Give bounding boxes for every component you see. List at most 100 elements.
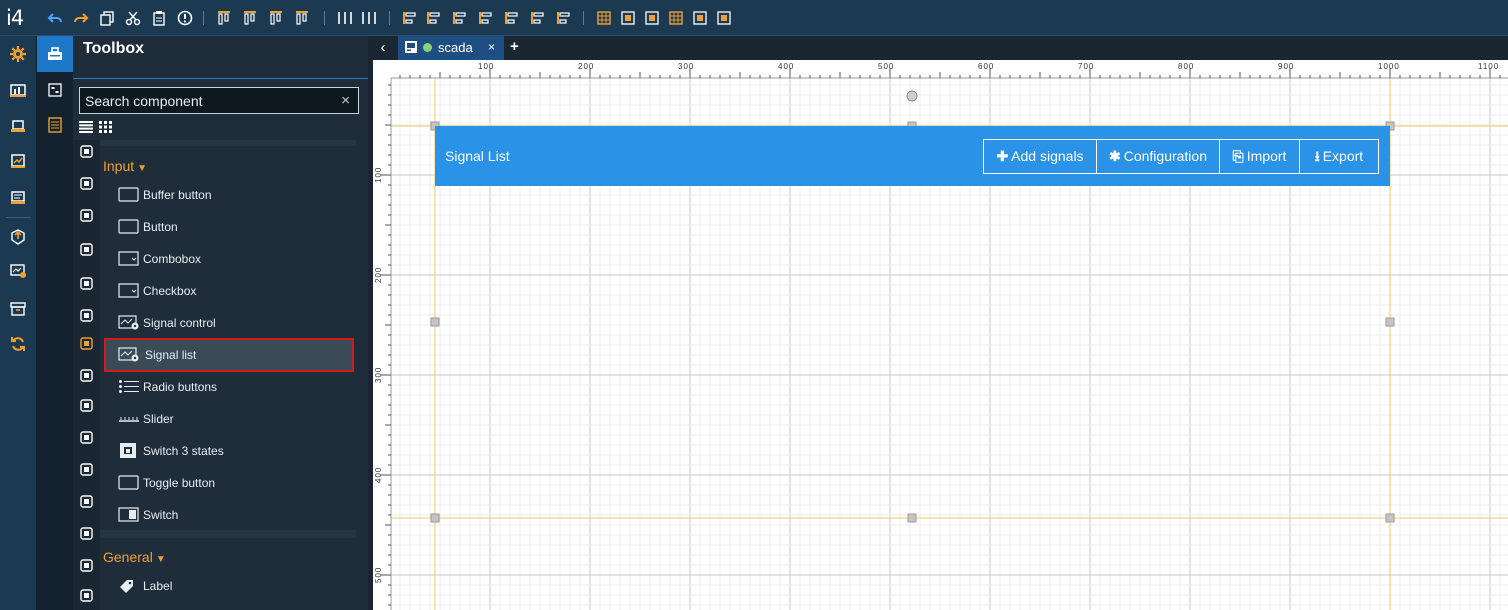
cat-eye-icon[interactable] [79,242,94,257]
resize-handle[interactable] [907,513,917,523]
cut-icon[interactable] [125,10,141,26]
ruler-label: 300 [374,367,383,383]
resize-handle[interactable] [430,317,440,327]
resize-handle[interactable] [1385,513,1395,523]
component-signal-control[interactable]: Signal control [104,306,354,340]
component-switch-3-states[interactable]: Switch 3 states [104,434,354,468]
distribute-h-icon[interactable] [337,10,353,26]
align-right-icon[interactable] [426,10,442,26]
export-button[interactable]: ⭳ Export [1299,139,1379,174]
fit-icon[interactable] [716,10,732,26]
caret-down-icon: ▼ [155,554,166,565]
terminal-icon[interactable] [9,189,27,207]
component-label[interactable]: Label [104,569,354,603]
cat-library-icon[interactable] [79,276,94,291]
ruler-label: 100 [478,62,494,71]
properties-tab-icon[interactable] [47,117,63,133]
configuration-button[interactable]: ✱ Configuration [1096,139,1220,174]
cat-script-icon[interactable] [79,208,94,223]
align-left-icon[interactable] [402,10,418,26]
report-icon[interactable] [9,153,27,171]
align-center-v-icon[interactable] [530,10,546,26]
info-icon[interactable] [177,10,193,26]
component-radio-buttons[interactable]: Radio buttons [104,370,354,404]
buffer-button-icon [118,187,140,202]
refresh-icon[interactable] [9,335,27,353]
layers-tab-icon[interactable] [47,82,63,98]
cat-machine-icon[interactable] [79,526,94,541]
cat-solar-icon[interactable] [79,588,94,603]
settings-icon[interactable] [9,45,27,63]
cat-display-icon[interactable] [79,308,94,323]
component-combobox[interactable]: Combobox [104,242,354,276]
ruler-icon[interactable] [620,10,636,26]
cat-gears-icon[interactable] [79,430,94,445]
grid-view-icon[interactable] [99,120,113,133]
grid-icon[interactable] [596,10,612,26]
send-back-icon[interactable] [242,10,258,26]
component-button[interactable]: Button [104,210,354,244]
clear-search-icon[interactable]: × [341,92,350,109]
export-icon: ⭳ [1314,148,1320,164]
component-toggle-button[interactable]: Toggle button [104,466,354,500]
device-icon[interactable] [9,117,27,135]
cat-lock-icon[interactable] [79,176,94,191]
add-signals-button[interactable]: ✚ Add signals [983,139,1097,174]
component-checkbox[interactable]: Checkbox [104,274,354,308]
add-tab-icon[interactable]: + [510,38,519,55]
component-signal-list[interactable]: Signal list [104,338,354,372]
back-arrow-icon[interactable]: ‹ [373,39,393,57]
send-backward-icon[interactable] [294,10,310,26]
list-view-icon[interactable] [79,120,93,133]
align-center-h-icon[interactable] [504,10,520,26]
cat-window-icon[interactable] [79,368,94,383]
grid-settings-icon[interactable] [668,10,684,26]
undo-icon[interactable] [47,10,63,26]
cat-list-icon[interactable] [79,144,94,159]
monitor-settings-icon[interactable] [9,262,27,280]
toolbox-tab[interactable] [37,36,73,72]
signal-list-widget[interactable]: Signal List ✚ Add signals ✱ Configuration … [435,126,1390,186]
resize-handle[interactable] [1385,317,1395,327]
search-input[interactable] [80,88,330,113]
resize-handle[interactable] [430,513,440,523]
paste-icon[interactable] [151,10,167,26]
rotate-handle[interactable] [906,90,918,102]
ruler-label: 700 [1078,62,1094,71]
component-switch[interactable]: Switch [104,498,354,532]
category-general[interactable]: General ▼ [103,549,166,565]
button-icon [118,219,140,234]
ruler-label: 400 [778,62,794,71]
component-buffer-button[interactable]: Buffer button [104,178,354,212]
close-tab-icon[interactable]: × [488,40,495,54]
distribute-v-icon[interactable] [361,10,377,26]
category-input-label: Input [103,158,135,174]
component-label: Checkbox [143,284,197,298]
signal-control-icon [118,315,140,330]
guides-icon[interactable] [692,10,708,26]
cat-media-icon[interactable] [79,398,94,413]
category-input[interactable]: Input ▼ [103,158,147,174]
deploy-icon[interactable] [9,228,27,246]
bring-front-icon[interactable] [216,10,232,26]
copy-icon[interactable] [99,10,115,26]
bring-forward-icon[interactable] [268,10,284,26]
import-button[interactable]: ⎘ Import [1219,139,1300,174]
cat-timeline-icon[interactable] [79,558,94,573]
component-label: Label [143,579,173,593]
align-top-icon[interactable] [452,10,468,26]
cat-battery-icon[interactable] [79,494,94,509]
snap-icon[interactable] [644,10,660,26]
align-selection-icon[interactable] [556,10,572,26]
dashboard-icon[interactable] [9,82,27,100]
align-bottom-icon[interactable] [478,10,494,26]
cat-input-icon[interactable] [79,336,94,351]
checkbox-icon [118,283,140,298]
design-canvas[interactable]: 100 200 300 400 500 600 700 800 900 1000 1100 100 20… [373,60,1508,610]
component-slider[interactable]: Slider [104,402,354,436]
redo-icon[interactable] [73,10,89,26]
category-icons [73,140,100,610]
tab-scada[interactable]: scada × [398,36,504,60]
archive-icon[interactable] [9,300,27,318]
cat-pipe-icon[interactable] [79,462,94,477]
